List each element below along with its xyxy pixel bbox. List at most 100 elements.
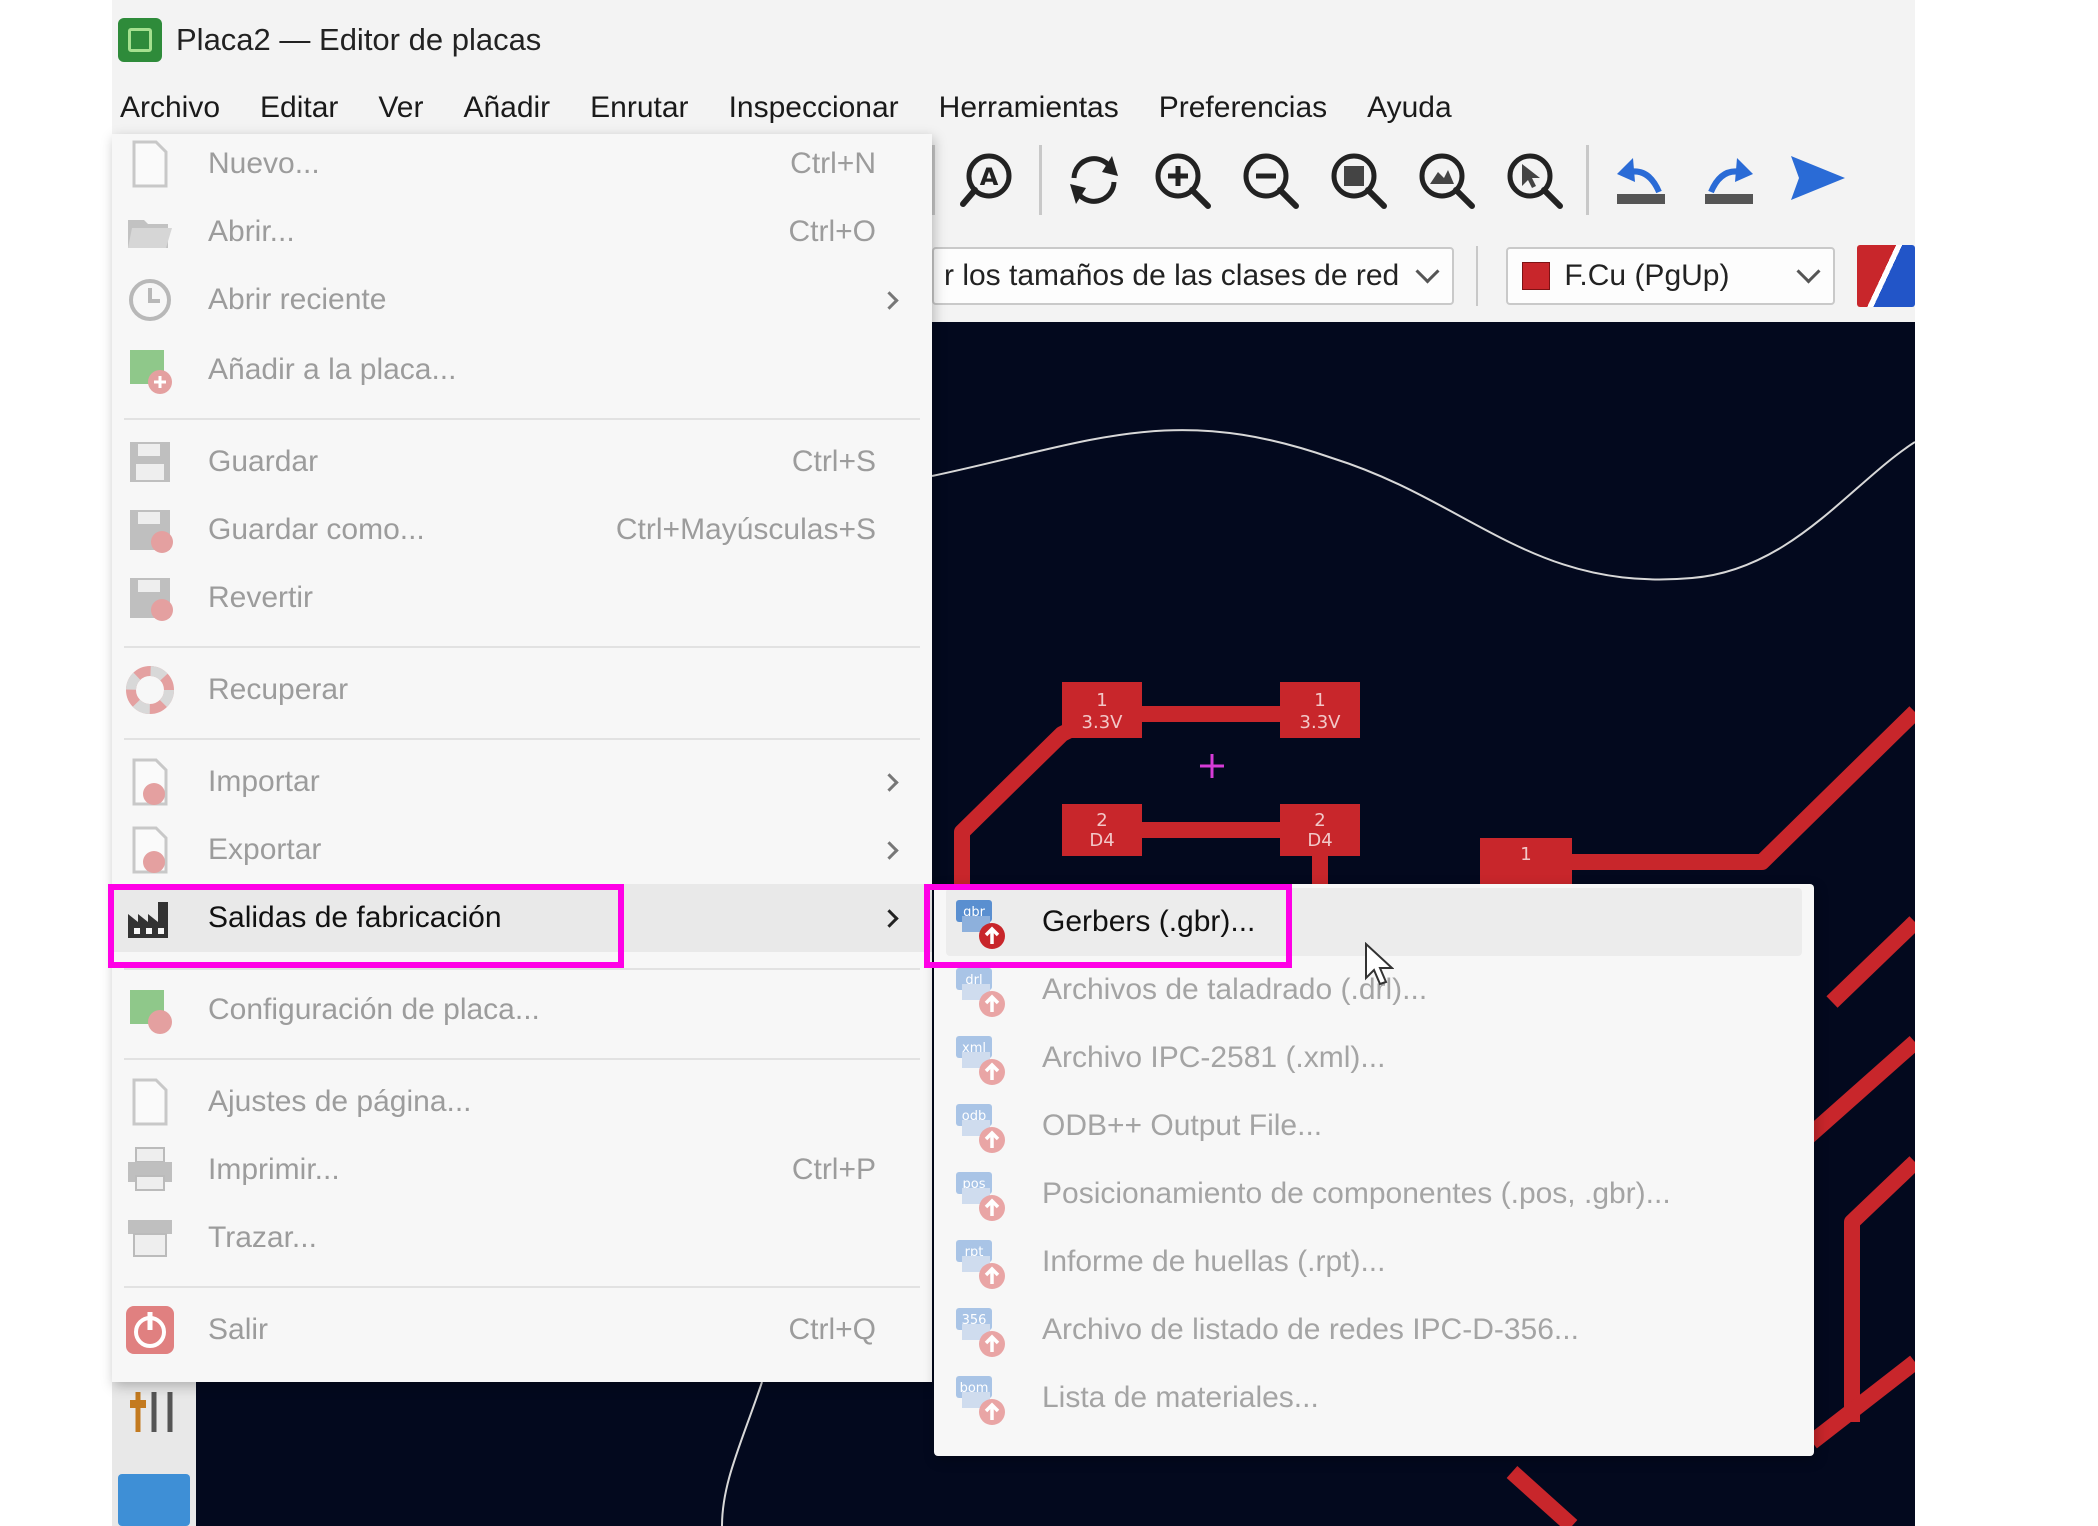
undo-icon: [1617, 158, 1665, 204]
menu-item-shortcut: Ctrl+P: [791, 1153, 876, 1186]
board-outline: [931, 429, 1915, 581]
file-export-icon: odb: [956, 1104, 1005, 1153]
tune-icon[interactable]: [124, 1386, 184, 1436]
export-icon: [132, 826, 168, 874]
menu-item-shortcut: Ctrl+Mayúsculas+S: [615, 513, 876, 546]
menu-bar: Archivo Editar Ver Añadir Enrutar Inspec…: [112, 84, 1915, 132]
menu-archivo[interactable]: Archivo: [112, 84, 240, 132]
route-tool-button[interactable]: [118, 1474, 190, 1526]
fab-menu-item-archivo-de-listado-de-redes-ipc-d-356[interactable]: 356 Archivo de listado de redes IPC-D-356…: [934, 1296, 1814, 1364]
menu-ver[interactable]: Ver: [358, 84, 443, 132]
track-width-select[interactable]: r los tamaños de las clases de red: [932, 247, 1454, 305]
toolbar-separator: [1039, 145, 1042, 215]
submenu-item-label: Informe de huellas (.rpt)...: [1042, 1245, 1386, 1278]
menu-herramientas[interactable]: Herramientas: [919, 84, 1139, 132]
main-toolbar: A: [932, 140, 1915, 220]
pad-label: 3.3V: [1082, 712, 1124, 733]
revert-icon: [130, 578, 173, 621]
pad-label: D4: [1307, 830, 1332, 851]
pad-label: 1: [1314, 690, 1325, 711]
menu-inspeccionar[interactable]: Inspeccionar: [709, 84, 919, 132]
file-menu-item-revertir[interactable]: Revertir: [112, 564, 932, 632]
file-menu-item-trazar[interactable]: Trazar...: [112, 1204, 932, 1272]
menu-editar[interactable]: Editar: [240, 84, 358, 132]
chevron-down-icon: [1796, 259, 1821, 284]
svg-text:A: A: [980, 163, 999, 191]
toolbar-separator: [932, 145, 935, 215]
file-menu-item-ajustes-de-pagina[interactable]: Ajustes de página...: [112, 1068, 932, 1136]
file-menu-item-imprimir[interactable]: Imprimir... Ctrl+P: [112, 1136, 932, 1204]
file-menu-item-importar[interactable]: Importar: [112, 748, 932, 816]
run-button[interactable]: [1781, 144, 1853, 216]
mouse-cursor-icon: [1365, 942, 1394, 986]
save-icon: [130, 442, 170, 482]
chevron-right-icon: [880, 291, 899, 310]
clock-icon: [129, 279, 171, 321]
refresh-button[interactable]: [1058, 144, 1130, 216]
file-export-icon: pos: [956, 1172, 1005, 1221]
menu-item-shortcut: Ctrl+Q: [788, 1313, 876, 1346]
menu-anadir[interactable]: Añadir: [443, 84, 570, 132]
fab-menu-item-lista-de-materiales[interactable]: bom Lista de materiales...: [934, 1364, 1814, 1432]
open-folder-icon: [128, 220, 172, 248]
file-export-icon: xml: [956, 1036, 1005, 1085]
pad-label: D4: [1089, 830, 1114, 851]
copper-trace: [1807, 1355, 1915, 1449]
file-menu-item-abrir-reciente[interactable]: Abrir reciente: [112, 266, 932, 334]
zoom-out-button[interactable]: [1234, 144, 1306, 216]
title-bar: Placa2 — Editor de placas: [112, 0, 1915, 80]
net-inspector-icon: A: [960, 153, 1012, 207]
zoom-out-icon: [1243, 153, 1299, 209]
fab-menu-item-posicionamiento-de-componentes-pos-gbr[interactable]: pos Posicionamiento de componentes (.pos,…: [934, 1160, 1814, 1228]
file-menu-item-abrir[interactable]: Abrir... Ctrl+O: [112, 198, 932, 266]
menu-item-label: Abrir...: [208, 215, 295, 248]
file-menu-item-guardar[interactable]: Guardar Ctrl+S: [112, 428, 932, 496]
layer-pair-button[interactable]: [1857, 245, 1915, 307]
menu-ayuda[interactable]: Ayuda: [1347, 84, 1472, 132]
crosshair-icon: [1200, 754, 1224, 778]
layer-color-swatch: [1522, 262, 1551, 290]
fab-menu-item-informe-de-huellas-rpt[interactable]: rpt Informe de huellas (.rpt)...: [934, 1228, 1814, 1296]
pad-label: 2: [1314, 810, 1325, 831]
pad-label: 1: [1520, 844, 1531, 865]
zoom-selection-button[interactable]: [1498, 144, 1570, 216]
play-icon: [1791, 156, 1845, 200]
file-export-icon: 356: [956, 1308, 1005, 1357]
zoom-selection-icon: [1507, 153, 1563, 209]
pad-label: 3.3V: [1300, 712, 1342, 733]
menu-item-label: Ajustes de página...: [208, 1085, 472, 1118]
copper-trace: [1512, 706, 1915, 870]
zoom-objects-button[interactable]: [1410, 144, 1482, 216]
refresh-icon: [1070, 156, 1118, 204]
menu-item-label: Trazar...: [208, 1221, 317, 1254]
menu-enrutar[interactable]: Enrutar: [570, 84, 708, 132]
zoom-fit-button[interactable]: [1322, 144, 1394, 216]
undo-button[interactable]: [1605, 144, 1677, 216]
fab-menu-item-odb-output-file[interactable]: odb ODB++ Output File...: [934, 1092, 1814, 1160]
file-menu-item-anadir-a-la-placa[interactable]: Añadir a la placa...: [112, 336, 932, 404]
menu-separator: [124, 738, 920, 740]
file-menu-item-exportar[interactable]: Exportar: [112, 816, 932, 884]
new-file-icon: [132, 140, 168, 188]
pad-label: 2: [1096, 810, 1107, 831]
fab-menu-item-archivo-ipc-2581-xml[interactable]: xml Archivo IPC-2581 (.xml)...: [934, 1024, 1814, 1092]
menu-preferencias[interactable]: Preferencias: [1139, 84, 1347, 132]
chevron-right-icon: [880, 841, 899, 860]
file-export-icon: rpt: [956, 1240, 1005, 1289]
file-menu-item-configuracion-de-placa[interactable]: Configuración de placa...: [112, 976, 932, 1044]
file-menu-item-nuevo[interactable]: Nuevo... Ctrl+N: [112, 130, 932, 198]
net-inspector-button[interactable]: A: [951, 144, 1023, 216]
redo-button[interactable]: [1693, 144, 1765, 216]
track-width-select-value: r los tamaños de las clases de red: [944, 259, 1400, 292]
redo-icon: [1705, 158, 1753, 204]
file-menu-item-recuperar[interactable]: Recuperar: [112, 656, 932, 724]
zoom-objects-icon: [1419, 153, 1475, 209]
track-via-toolbar: r los tamaños de las clases de red F.Cu …: [932, 240, 1915, 312]
file-menu-item-salir[interactable]: Salir Ctrl+Q: [112, 1296, 932, 1364]
menu-separator: [124, 1058, 920, 1060]
layer-select[interactable]: F.Cu (PgUp): [1506, 247, 1836, 305]
zoom-in-button[interactable]: [1146, 144, 1218, 216]
menu-separator: [124, 418, 920, 420]
file-menu-item-guardar-como[interactable]: Guardar como... Ctrl+Mayúsculas+S: [112, 496, 932, 564]
menu-item-label: Revertir: [208, 581, 314, 614]
